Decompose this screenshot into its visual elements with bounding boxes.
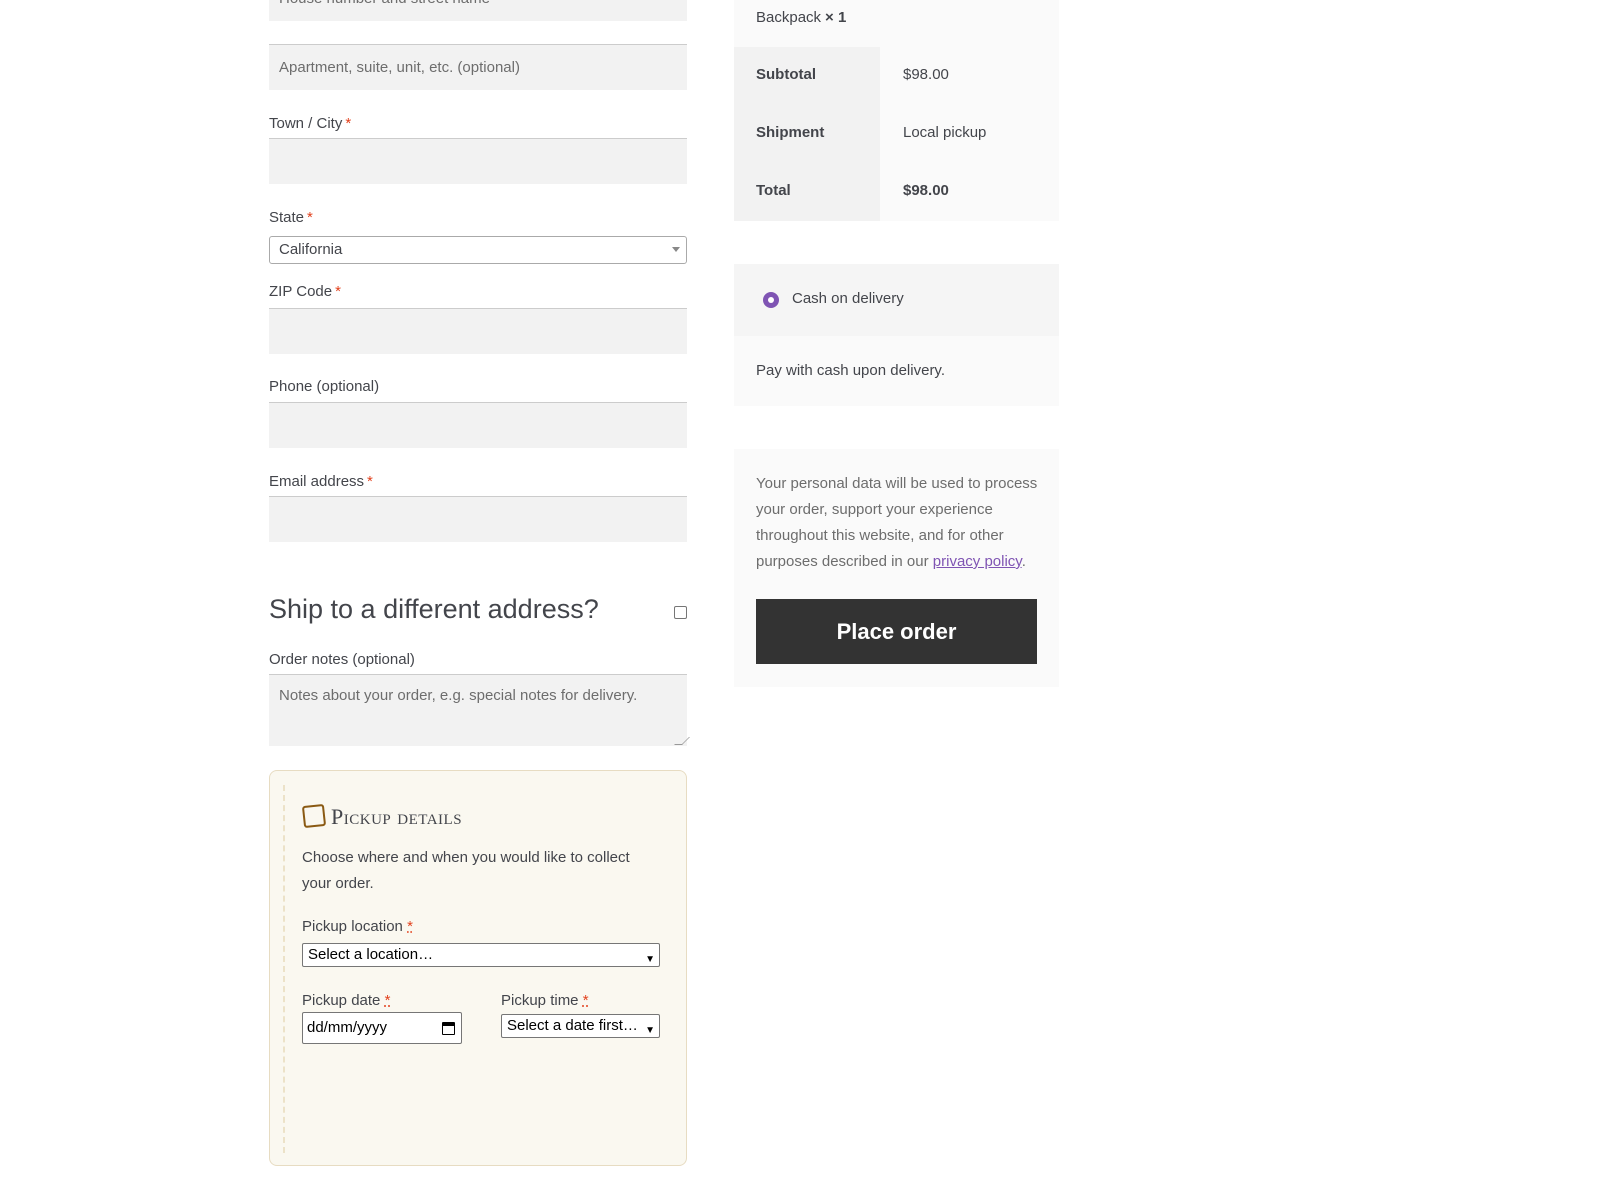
order-item-row: Backpack × 1 (734, 0, 1059, 47)
required-mark: * (367, 473, 373, 490)
zip-field: ZIP Code * (269, 282, 687, 302)
order-notes-textarea[interactable]: Notes about your order, e.g. special not… (269, 674, 690, 746)
place-order-section: Your personal data will be used to proce… (734, 449, 1059, 687)
place-order-button[interactable]: Place order (756, 599, 1037, 664)
email-field: Email address * (269, 472, 687, 492)
dropdown-arrow-icon (672, 247, 680, 252)
apartment-input[interactable] (269, 44, 687, 90)
product-name: Backpack (756, 9, 822, 26)
zip-label: ZIP Code * (269, 283, 341, 300)
state-field: State * (269, 208, 687, 228)
pickup-location-label: Pickup location * (302, 918, 413, 935)
pickup-time-label: Pickup time * (501, 992, 589, 1009)
subtotal-label: Subtotal (734, 47, 880, 105)
pickup-box-icon (301, 803, 327, 829)
required-mark: * (384, 992, 391, 1009)
payment-method-description: Pay with cash upon delivery. (756, 362, 945, 379)
pickup-location-value: Select a location… (308, 946, 434, 963)
privacy-notice: Your personal data will be used to proce… (756, 475, 1038, 570)
order-totals-table: Subtotal $98.00 Shipment Local pickup To… (734, 47, 1059, 221)
subtotal-value: $98.00 (880, 47, 1059, 105)
product-quantity: × 1 (825, 9, 847, 26)
divider (283, 785, 285, 1153)
email-label: Email address * (269, 473, 373, 490)
zip-input[interactable] (269, 308, 687, 354)
pickup-time-select[interactable]: Select a date first… ▼ (501, 1014, 660, 1038)
pickup-details-description: Choose where and when you would like to … (302, 849, 630, 892)
pickup-time-value: Select a date first… (507, 1017, 638, 1034)
calendar-icon[interactable] (442, 1022, 455, 1035)
email-input[interactable] (269, 496, 687, 542)
pickup-date-label: Pickup date * (302, 992, 391, 1009)
pickup-date-value: dd/mm/yyyy (307, 1019, 388, 1036)
shipment-value: Local pickup (880, 105, 1059, 163)
payment-methods: Cash on delivery Pay with cash upon deli… (734, 264, 1059, 406)
chevron-down-icon: ▼ (643, 1020, 655, 1037)
order-notes-field: Order notes (optional) (269, 650, 687, 670)
total-value: $98.00 (880, 163, 1059, 221)
table-row: Subtotal $98.00 (734, 47, 1059, 105)
city-label: Town / City * (269, 115, 352, 132)
required-mark: * (335, 283, 341, 300)
phone-field: Phone (optional) (269, 377, 687, 397)
pickup-details-panel: Pickup details Choose where and when you… (269, 770, 687, 1166)
required-mark: * (307, 209, 313, 226)
shipment-label: Shipment (734, 105, 880, 163)
pickup-location-select[interactable]: Select a location… ▼ (302, 943, 660, 967)
resize-grip-icon[interactable] (674, 737, 690, 745)
table-row: Shipment Local pickup (734, 105, 1059, 163)
phone-input[interactable] (269, 402, 687, 448)
payment-method-label[interactable]: Cash on delivery (792, 290, 904, 307)
required-mark: * (582, 992, 589, 1009)
privacy-policy-link[interactable]: privacy policy (933, 553, 1022, 570)
order-notes-label: Order notes (optional) (269, 651, 415, 668)
ship-different-address-heading: Ship to a different address? (269, 594, 599, 624)
required-mark: * (407, 918, 413, 935)
table-row: Total $98.00 (734, 163, 1059, 221)
payment-radio-selected[interactable] (763, 292, 779, 308)
state-label: State * (269, 209, 313, 226)
state-select-value: California (279, 241, 343, 258)
payment-method-cod[interactable]: Cash on delivery (734, 264, 1059, 336)
required-mark: * (345, 115, 352, 132)
street-address-input[interactable] (269, 0, 687, 21)
order-notes-placeholder: Notes about your order, e.g. special not… (279, 687, 638, 704)
ship-different-address-checkbox[interactable] (674, 606, 687, 619)
total-label: Total (734, 163, 880, 221)
city-input[interactable] (269, 138, 687, 184)
pickup-date-input[interactable]: dd/mm/yyyy (302, 1012, 462, 1044)
pickup-details-title: Pickup details (331, 804, 463, 829)
phone-label: Phone (optional) (269, 378, 380, 395)
city-field: Town / City * (269, 114, 687, 134)
chevron-down-icon: ▼ (645, 954, 655, 965)
state-select[interactable]: California (269, 236, 687, 264)
